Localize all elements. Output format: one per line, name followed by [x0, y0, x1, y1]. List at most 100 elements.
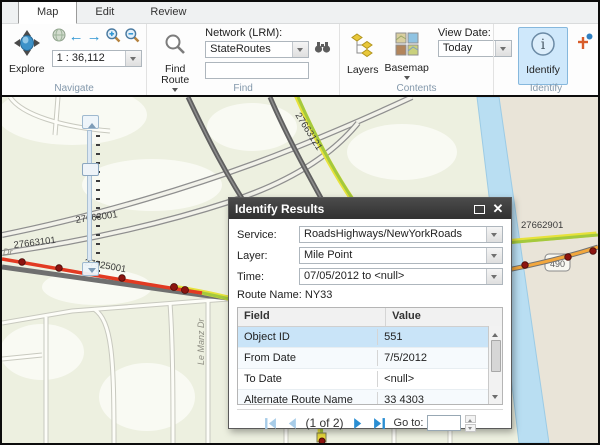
cell-value: 33 4303	[378, 392, 488, 405]
basemap-dropdown-icon	[404, 76, 410, 83]
dialog-titlebar[interactable]: Identify Results ✕	[229, 198, 511, 219]
zoom-slider-track[interactable]	[87, 130, 92, 261]
binoculars-icon[interactable]	[314, 40, 331, 59]
time-value: 07/05/2012 to <null>	[300, 269, 486, 284]
route-name-row: Route Name: NY33	[237, 289, 503, 304]
identify-icon: i	[529, 30, 557, 63]
navigate-group-label: Navigate	[2, 83, 146, 94]
service-label: Service:	[237, 229, 299, 241]
route-name-value: NY33	[305, 289, 333, 301]
network-combobox[interactable]: StateRoutes	[205, 41, 309, 58]
ribbon-group-identify: i Identify Identify	[493, 24, 598, 95]
find-group-label: Find	[147, 83, 339, 94]
scrollbar-thumb[interactable]	[491, 340, 501, 372]
zoom-slider-ticks	[96, 135, 100, 273]
cell-field: Alternate Route Name	[238, 392, 378, 405]
cell-value: 551	[378, 329, 488, 345]
scale-combobox[interactable]: 1 : 36,112	[52, 50, 142, 67]
zoom-slider-down-button[interactable]	[82, 262, 99, 276]
table-row[interactable]: Alternate Route Name 33 4303	[238, 390, 502, 405]
zoom-out-icon[interactable]	[124, 27, 140, 48]
dialog-body: Service: RoadsHighways/NewYorkRoads Laye…	[229, 219, 511, 440]
explore-pan-icon	[13, 29, 41, 62]
close-icon[interactable]: ✕	[491, 202, 505, 216]
previous-extent-icon[interactable]: ←	[69, 30, 84, 44]
layers-label: Layers	[347, 65, 379, 76]
spinner-up-icon[interactable]	[465, 415, 476, 423]
goto-label: Go to:	[394, 417, 424, 429]
cell-value: <null>	[378, 371, 488, 387]
identify-results-dialog: Identify Results ✕ Service: RoadsHighway…	[228, 197, 512, 429]
identify-button[interactable]: i Identify	[518, 27, 568, 85]
goto-spinner[interactable]	[465, 415, 476, 432]
layer-combobox[interactable]: Mile Point	[299, 247, 503, 264]
next-extent-icon[interactable]: →	[87, 30, 102, 44]
table-scrollbar[interactable]	[488, 326, 502, 404]
cell-value: 7/5/2012	[378, 350, 488, 366]
layer-dropdown-icon[interactable]	[486, 248, 502, 263]
find-route-secondary-value	[206, 63, 308, 78]
cell-field: To Date	[238, 371, 378, 387]
network-dropdown-icon[interactable]	[292, 42, 308, 57]
pagination-bar: (1 of 2) Go to:	[237, 409, 503, 436]
route-name-label: Route Name:	[237, 289, 302, 301]
scroll-up-icon[interactable]	[490, 327, 501, 339]
table-row[interactable]: To Date <null>	[238, 369, 502, 390]
service-dropdown-icon[interactable]	[486, 227, 502, 242]
page-indicator: (1 of 2)	[306, 416, 344, 430]
zoom-slider-thumb[interactable]	[82, 163, 99, 176]
scroll-down-icon[interactable]	[490, 391, 501, 403]
cell-field: From Date	[238, 350, 378, 366]
table-row[interactable]: From Date 7/5/2012	[238, 348, 502, 369]
last-page-icon[interactable]	[373, 417, 386, 430]
identify-label: Identify	[526, 65, 560, 76]
table-row[interactable]: Object ID 551	[238, 327, 502, 348]
basemap-label: Basemap	[385, 63, 429, 74]
identify-route-tool-icon[interactable]	[576, 33, 594, 56]
map-zoom-slider[interactable]	[80, 115, 102, 277]
time-label: Time:	[237, 271, 299, 283]
cell-field: Object ID	[238, 329, 378, 345]
tab-edit[interactable]: Edit	[77, 2, 132, 23]
map-label-street-dr: Dr	[3, 247, 13, 257]
goto-page-input[interactable]	[427, 415, 461, 431]
maximize-icon[interactable]	[472, 202, 486, 216]
service-value: RoadsHighways/NewYorkRoads	[300, 227, 486, 242]
next-page-icon[interactable]	[352, 417, 365, 430]
layers-button[interactable]: Layers	[344, 30, 382, 78]
service-combobox[interactable]: RoadsHighways/NewYorkRoads	[299, 226, 503, 243]
map-label-route-d: 27662901	[521, 220, 563, 231]
spinner-down-icon[interactable]	[465, 424, 476, 432]
find-route-secondary-field[interactable]	[205, 62, 309, 79]
layer-value: Mile Point	[300, 248, 486, 263]
ribbon-group-find: Find Route Network (LRM): StateRoutes	[146, 24, 339, 95]
table-header: Field Value	[238, 308, 502, 327]
tab-review[interactable]: Review	[132, 2, 204, 23]
explore-button[interactable]: Explore	[6, 27, 48, 77]
basemap-button[interactable]: Basemap	[382, 30, 432, 85]
find-route-magnifier-icon	[163, 33, 187, 62]
zoom-slider-up-button[interactable]	[82, 115, 99, 129]
time-combobox[interactable]: 07/05/2012 to <null>	[299, 268, 503, 285]
identify-group-label: Identify	[494, 83, 598, 94]
tab-map[interactable]: Map	[18, 1, 77, 24]
ribbon-tabstrip: Map Edit Review	[2, 2, 598, 24]
view-date-value: Today	[439, 41, 495, 56]
zoom-in-icon[interactable]	[105, 27, 121, 48]
layer-label: Layer:	[237, 250, 299, 262]
ribbon-group-contents: Layers Basemap View Date:	[339, 24, 493, 95]
first-page-icon[interactable]	[264, 417, 277, 430]
explore-label: Explore	[9, 64, 45, 75]
basemap-icon	[395, 32, 419, 61]
scale-value: 1 : 36,112	[53, 51, 125, 66]
contents-group-label: Contents	[340, 83, 493, 94]
full-extent-globe-icon[interactable]	[52, 28, 66, 47]
field-column-header: Field	[238, 308, 386, 326]
app-window: Map Edit Review Explore	[0, 0, 600, 445]
network-value: StateRoutes	[206, 42, 292, 57]
map-viewport[interactable]: 490	[2, 95, 598, 443]
time-dropdown-icon[interactable]	[486, 269, 502, 284]
value-column-header: Value	[386, 308, 502, 326]
scale-dropdown-icon[interactable]	[125, 51, 141, 66]
previous-page-icon[interactable]	[285, 417, 298, 430]
